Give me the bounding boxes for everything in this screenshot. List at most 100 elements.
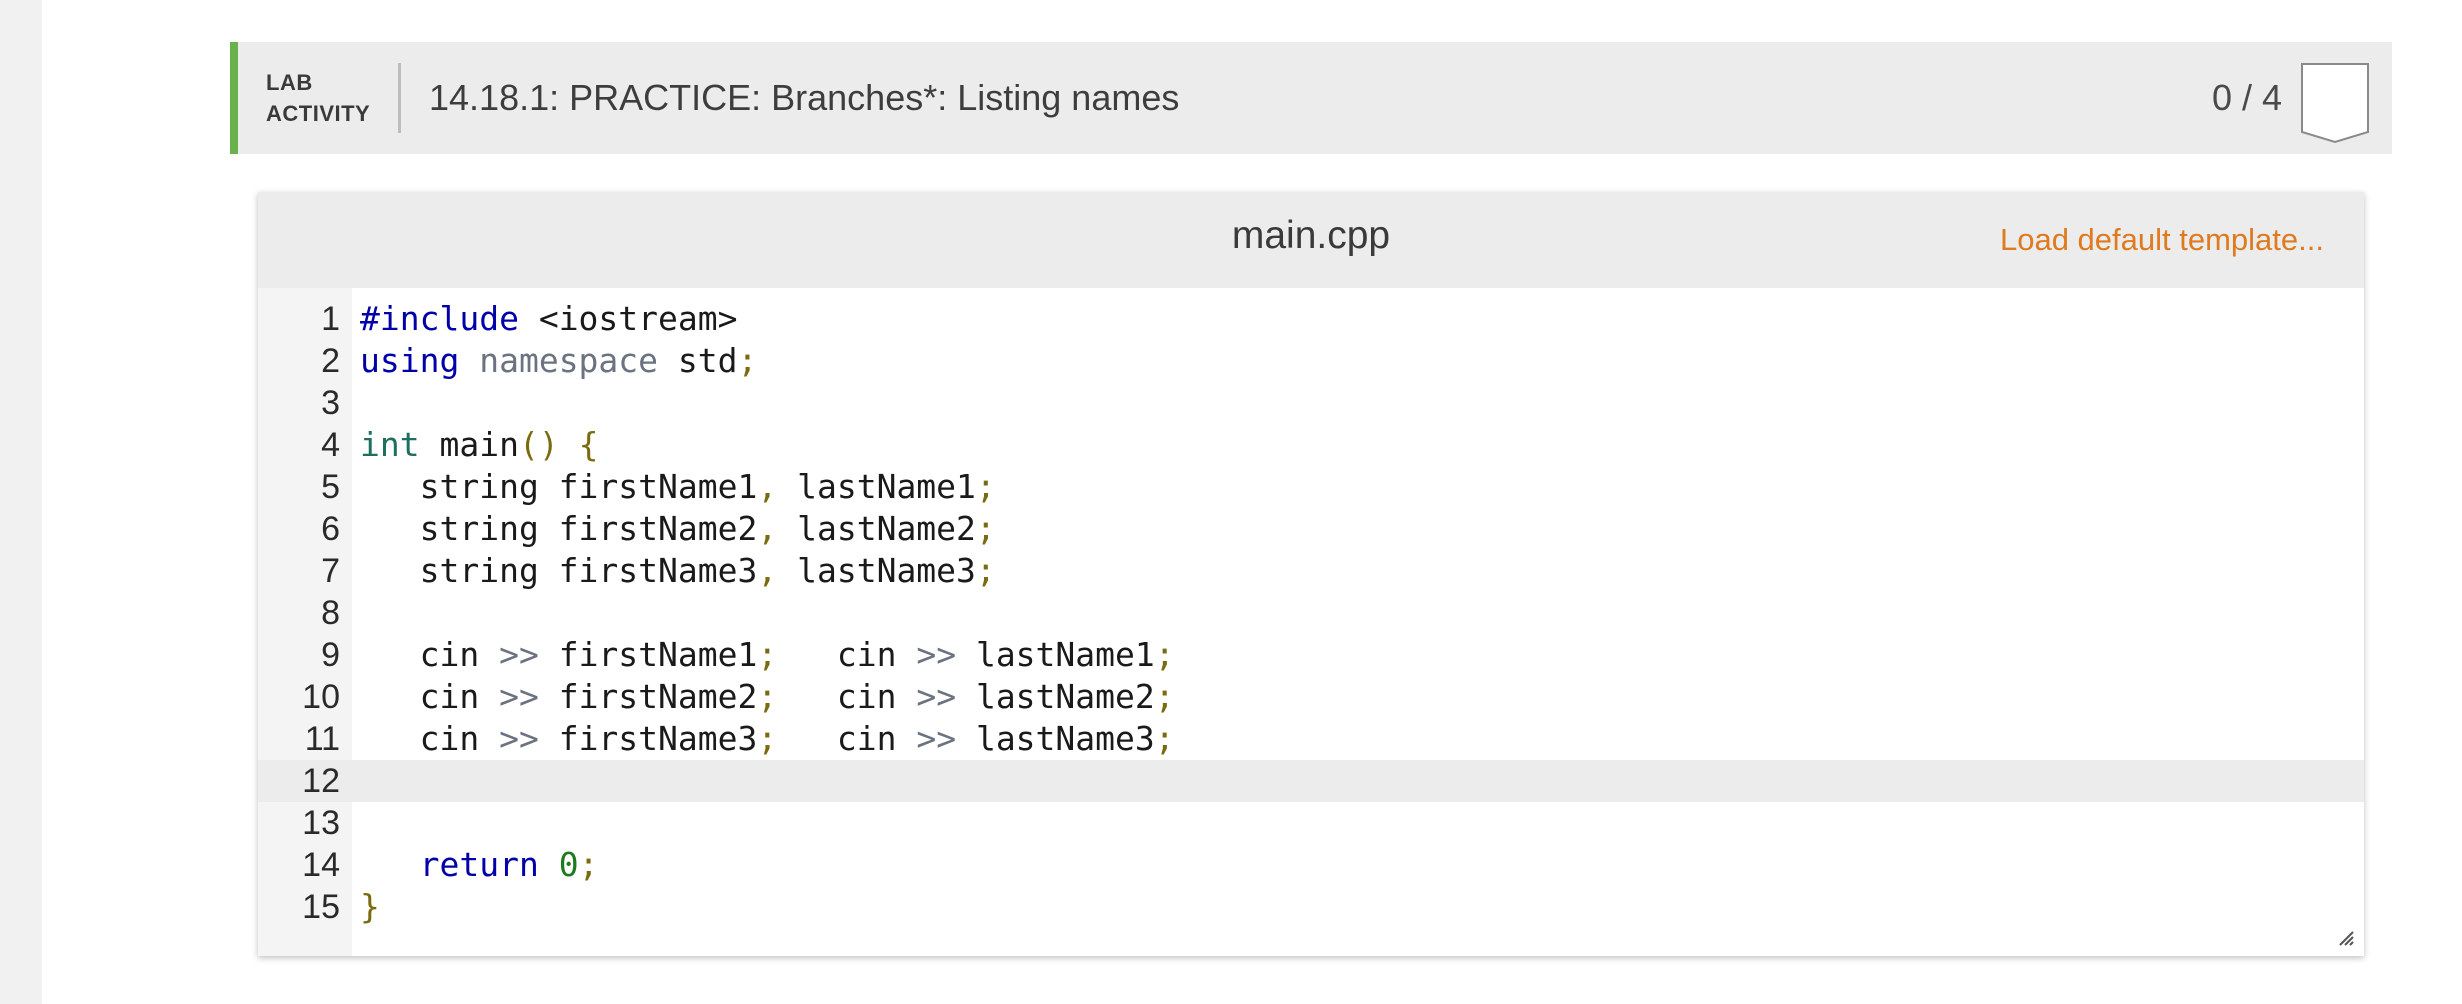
code-token: {: [578, 425, 599, 464]
code-line[interactable]: 1 #include <iostream>: [258, 298, 2364, 340]
code-text: }: [360, 886, 380, 928]
line-number: 1: [321, 300, 340, 338]
code-token: >>: [499, 719, 539, 758]
code-token: cin: [777, 719, 917, 758]
code-token: main: [419, 425, 519, 464]
code-token: ;: [1154, 635, 1175, 674]
code-token: >>: [916, 677, 957, 716]
code-token: ;: [1154, 719, 1175, 758]
code-text: string firstName1, lastName1;: [360, 466, 996, 508]
page: LAB ACTIVITY 14.18.1: PRACTICE: Branches…: [42, 0, 2462, 1004]
code-token: (): [518, 425, 559, 464]
line-number: 12: [302, 762, 340, 800]
code-token: string firstName3: [360, 551, 758, 590]
code-text: return 0;: [360, 844, 599, 886]
code-token: #include: [360, 299, 519, 338]
code-line[interactable]: 7 string firstName3, lastName3;: [258, 550, 2364, 592]
code-token: }: [360, 887, 380, 926]
code-token: ;: [578, 845, 599, 884]
line-number: 15: [302, 888, 340, 926]
line-number: 4: [321, 426, 340, 464]
code-token: >>: [499, 635, 539, 674]
code-text: cin >> firstName1; cin >> lastName1;: [360, 634, 1175, 676]
line-number: 5: [321, 468, 340, 506]
code-token: string firstName2: [360, 509, 758, 548]
code-token: int: [360, 425, 420, 464]
lab-badge-line1: LAB: [266, 70, 313, 95]
code-token: firstName2: [538, 677, 758, 716]
code-token: lastName1: [777, 467, 976, 506]
code-token: lastName3: [956, 719, 1155, 758]
code-token: firstName3: [538, 719, 758, 758]
code-text: int main() {: [360, 424, 598, 466]
code-token: >>: [916, 719, 957, 758]
line-number: 8: [321, 594, 340, 632]
code-token: cin: [777, 677, 917, 716]
code-token: namespace: [479, 341, 659, 380]
code-token: ;: [737, 341, 758, 380]
editor-header: main.cpp Load default template...: [258, 192, 2364, 288]
code-line[interactable]: 12: [258, 760, 2364, 802]
code-line[interactable]: 3: [258, 382, 2364, 424]
code-editor: main.cpp Load default template... 1 #incl…: [258, 192, 2364, 956]
code-token: cin: [360, 677, 500, 716]
lab-activity-badge: LAB ACTIVITY: [238, 67, 398, 129]
code-token: ;: [757, 677, 778, 716]
code-token: lastName3: [777, 551, 976, 590]
line-number: 10: [302, 678, 340, 716]
line-number: 9: [321, 636, 340, 674]
line-number: 6: [321, 510, 340, 548]
code-line[interactable]: 9 cin >> firstName1; cin >> lastName1;: [258, 634, 2364, 676]
code-line[interactable]: 4 int main() {: [258, 424, 2364, 466]
code-token: <iostream>: [518, 299, 738, 338]
code-line[interactable]: 2 using namespace std;: [258, 340, 2364, 382]
code-area[interactable]: 1 #include <iostream> 2 using namespace std…: [258, 288, 2364, 956]
score-flag-icon: [2301, 63, 2369, 144]
code-token: ;: [975, 551, 996, 590]
code-line[interactable]: 8: [258, 592, 2364, 634]
line-number: 13: [302, 804, 340, 842]
line-number: 2: [321, 342, 340, 380]
code-token: firstName1: [538, 635, 758, 674]
code-line[interactable]: 11 cin >> firstName3; cin >> lastName3;: [258, 718, 2364, 760]
lab-activity-header: LAB ACTIVITY 14.18.1: PRACTICE: Branches…: [230, 42, 2392, 154]
code-token: cin: [360, 635, 500, 674]
load-default-template-link[interactable]: Load default template...: [2000, 222, 2324, 258]
code-token: string firstName1: [360, 467, 758, 506]
code-token: using: [360, 341, 460, 380]
line-number: 7: [321, 552, 340, 590]
code-text: using namespace std;: [360, 340, 757, 382]
code-token: return: [419, 845, 539, 884]
line-number: 3: [321, 384, 340, 422]
header-divider: [398, 63, 401, 133]
code-text: cin >> firstName3; cin >> lastName3;: [360, 718, 1175, 760]
code-token: ,: [757, 467, 778, 506]
lab-score: 0 / 4: [2211, 77, 2282, 118]
code-line[interactable]: 10 cin >> firstName2; cin >> lastName2;: [258, 676, 2364, 718]
code-token: cin: [360, 719, 500, 758]
line-number: 11: [304, 720, 340, 758]
code-text: string firstName2, lastName2;: [360, 508, 996, 550]
resize-handle-icon[interactable]: [2336, 928, 2354, 946]
code-token: lastName1: [956, 635, 1155, 674]
code-token: ,: [757, 551, 778, 590]
code-token: ;: [1154, 677, 1175, 716]
code-token: ,: [757, 509, 778, 548]
code-text: #include <iostream>: [360, 298, 738, 340]
code-token: >>: [499, 677, 539, 716]
code-line[interactable]: 5 string firstName1, lastName1;: [258, 466, 2364, 508]
code-text: cin >> firstName2; cin >> lastName2;: [360, 676, 1175, 718]
code-text: string firstName3, lastName3;: [360, 550, 996, 592]
lab-title: 14.18.1: PRACTICE: Branches*: Listing na…: [429, 77, 1180, 118]
code-line[interactable]: 13: [258, 802, 2364, 844]
code-line[interactable]: 14 return 0;: [258, 844, 2364, 886]
code-token: 0: [558, 845, 579, 884]
code-line[interactable]: 6 string firstName2, lastName2;: [258, 508, 2364, 550]
code-line[interactable]: 15}: [258, 886, 2364, 928]
code-token: >>: [916, 635, 957, 674]
lab-badge-line2: ACTIVITY: [266, 101, 371, 126]
